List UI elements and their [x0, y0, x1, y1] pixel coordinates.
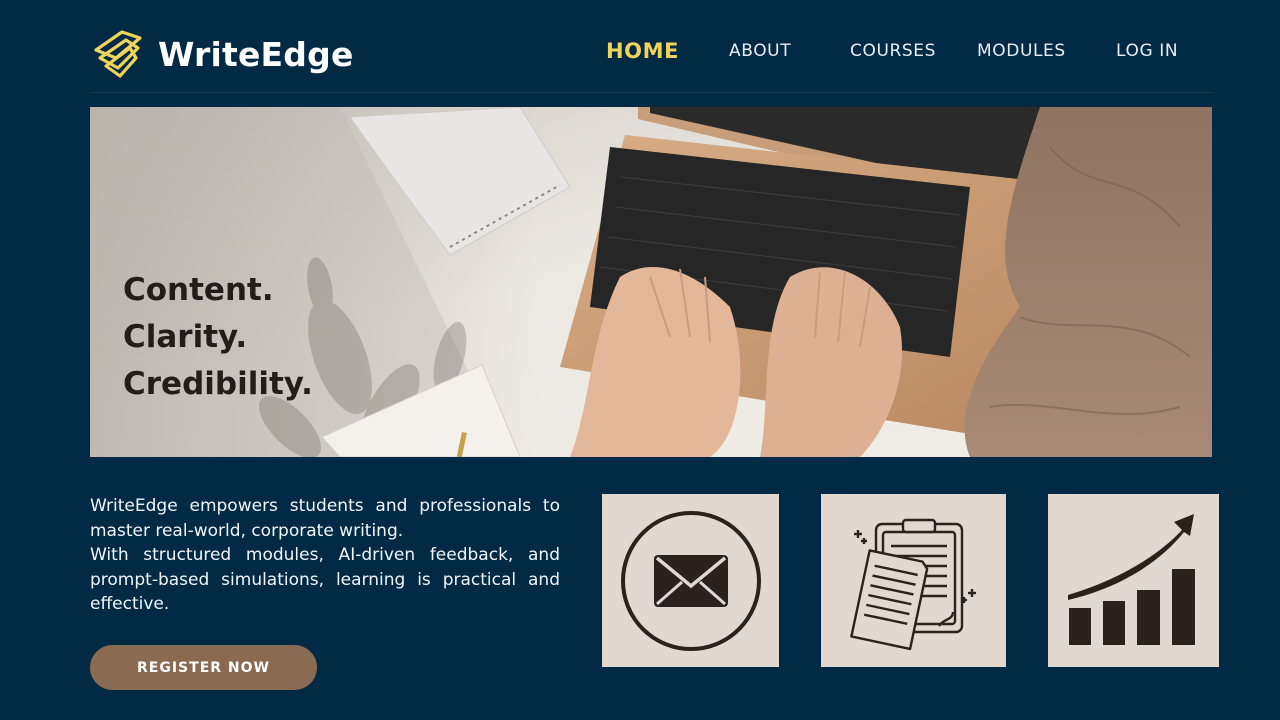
feature-card-growth	[1048, 494, 1219, 667]
nav-courses[interactable]: COURSES	[850, 41, 936, 61]
brand-logo[interactable]: WriteEdge	[92, 28, 354, 80]
nav-home[interactable]: HOME	[606, 39, 679, 63]
tagline-line-3: Credibility.	[123, 366, 313, 402]
header-divider	[90, 92, 1214, 93]
hero-banner: Content. Clarity. Credibility.	[90, 107, 1212, 457]
feature-card-email	[602, 494, 779, 667]
register-now-button[interactable]: REGISTER NOW	[90, 645, 317, 690]
intro-line-1: WriteEdge empowers students and professi…	[90, 496, 560, 541]
clipboard-documents-icon	[850, 518, 976, 651]
intro-description: WriteEdge empowers students and professi…	[90, 494, 560, 617]
growth-chart-icon	[1068, 514, 1195, 645]
nav-login[interactable]: LOG IN	[1116, 41, 1178, 61]
brand-name: WriteEdge	[158, 34, 354, 74]
intro-line-2: With structured modules, AI-driven feedb…	[90, 545, 560, 615]
nav-about[interactable]: ABOUT	[729, 41, 791, 61]
tagline-line-1: Content.	[123, 272, 274, 308]
nav-modules[interactable]: MODULES	[977, 41, 1066, 61]
tagline-line-2: Clarity.	[123, 319, 248, 355]
feature-card-documents	[821, 494, 1006, 667]
envelope-icon	[621, 511, 761, 651]
stacked-chevron-logo-icon	[94, 30, 142, 78]
hero-tagline: Content. Clarity. Credibility.	[123, 267, 313, 408]
